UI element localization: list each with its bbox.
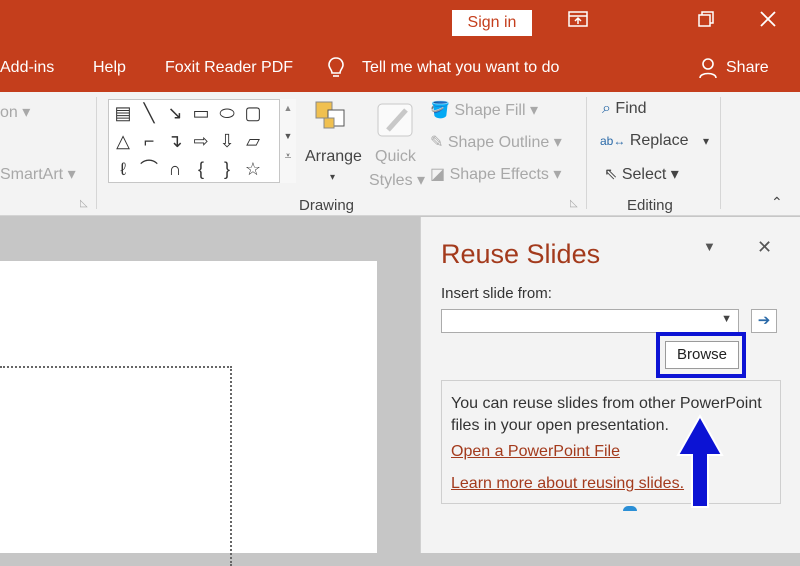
left-brace-shape-icon[interactable]: {: [189, 158, 213, 180]
rectangle-shape-icon[interactable]: ▭: [189, 102, 213, 124]
shape-effects-button[interactable]: ◪ Shape Effects ▾: [430, 164, 561, 184]
chevron-down-icon[interactable]: ▼: [721, 313, 732, 325]
drawing-group-label: Drawing: [299, 197, 355, 214]
tab-add-ins[interactable]: Add-ins: [0, 59, 54, 77]
sign-in-button[interactable]: Sign in: [452, 10, 532, 36]
shapes-gallery[interactable]: ▤ ╲ ↘ ▭ ⬭ ▢ △ ⌐ ↴ ⇨ ⇩ ▱ ℓ ⌒ ∩ { } ☆: [108, 99, 296, 183]
reuse-slides-pane: Reuse Slides ▼ ✕ Insert slide from: ▼ ➔ …: [420, 217, 800, 553]
person-icon: [698, 56, 720, 85]
pane-title: Reuse Slides: [441, 239, 601, 269]
group-separator: [720, 97, 721, 209]
drawing-dialog-launcher-icon[interactable]: ◺: [570, 198, 578, 209]
quick-styles-button-line2[interactable]: Styles ▾: [369, 170, 425, 190]
insert-slide-from-combobox[interactable]: ▼: [441, 309, 739, 333]
info-box: You can reuse slides from other PowerPoi…: [441, 380, 781, 504]
star-shape-icon[interactable]: ☆: [241, 158, 265, 180]
group-separator: [586, 97, 587, 209]
arrange-dropdown-icon[interactable]: ▾: [330, 172, 335, 183]
triangle-shape-icon[interactable]: △: [111, 130, 135, 152]
dialog-launcher-icon[interactable]: ◺: [80, 198, 88, 209]
insert-slide-from-label: Insert slide from:: [441, 285, 552, 302]
down-arrow-shape-icon[interactable]: ⇩: [215, 130, 239, 152]
quick-styles-icon[interactable]: [376, 100, 416, 145]
rounded-rectangle-shape-icon[interactable]: ▢: [241, 102, 265, 124]
collapse-ribbon-icon[interactable]: ⌃: [771, 194, 783, 211]
right-arrow-shape-icon[interactable]: ⇨: [189, 130, 213, 152]
freeform-shape-icon[interactable]: ℓ: [111, 158, 135, 180]
restore-icon[interactable]: [694, 10, 718, 34]
close-icon[interactable]: [756, 10, 780, 34]
elbow-connector-icon[interactable]: ⌐: [137, 130, 161, 152]
elbow-arrow-connector-icon[interactable]: ↴: [163, 130, 187, 152]
select-button[interactable]: ⇖ Select ▾: [604, 164, 679, 184]
cursor-icon: ⇖: [604, 166, 618, 183]
tab-help[interactable]: Help: [93, 59, 126, 77]
line-shape-icon[interactable]: ╲: [137, 102, 161, 124]
pencil-icon: ✎: [430, 134, 444, 151]
group-separator: [96, 97, 97, 209]
arrow-line-shape-icon[interactable]: ↘: [163, 102, 187, 124]
shapes-gallery-scrollbar[interactable]: ▲ ▼ ⩡: [279, 99, 296, 183]
ribbon-tabs: Add-ins Help Foxit Reader PDF Tell me wh…: [0, 46, 800, 92]
scroll-down-icon[interactable]: ▼: [280, 131, 296, 141]
shape-outline-button[interactable]: ✎ Shape Outline ▾: [430, 132, 562, 152]
learn-more-link[interactable]: Learn more about reusing slides.: [451, 475, 684, 493]
go-arrow-button[interactable]: ➔: [751, 309, 777, 333]
pane-close-icon[interactable]: ✕: [757, 237, 772, 258]
lightbulb-icon: [326, 56, 346, 85]
ribbon: on ▾ SmartArt ▾ ◺ ▤ ╲ ↘ ▭ ⬭ ▢ △ ⌐ ↴ ⇨ ⇩ …: [0, 92, 800, 216]
title-bar: Sign in: [0, 0, 800, 46]
editing-group-label: Editing: [627, 197, 673, 214]
browse-button[interactable]: Browse: [665, 341, 739, 369]
curve-shape-icon[interactable]: ∩: [163, 158, 187, 180]
arrange-button[interactable]: Arrange: [305, 148, 362, 166]
pane-options-icon[interactable]: ▼: [703, 239, 716, 254]
text-box-icon[interactable]: ▤: [111, 102, 135, 124]
quick-styles-button[interactable]: Quick: [375, 148, 416, 166]
smartart-button[interactable]: SmartArt ▾: [0, 164, 76, 184]
slide-canvas[interactable]: [0, 261, 377, 566]
tell-me-search[interactable]: Tell me what you want to do: [362, 59, 559, 77]
gallery-more-icon[interactable]: ⩡: [280, 149, 296, 164]
paint-bucket-icon: 🪣: [430, 102, 450, 119]
share-button[interactable]: Share: [726, 59, 769, 77]
shape-fill-button[interactable]: 🪣 Shape Fill ▾: [430, 100, 538, 120]
scroll-up-icon[interactable]: ▲: [280, 103, 296, 113]
pointer-arrow-annotation: [675, 413, 725, 516]
scroll-indicator: [623, 506, 637, 511]
arc-shape-icon[interactable]: ⌒: [137, 158, 161, 180]
content-placeholder[interactable]: [0, 366, 232, 566]
info-text: You can reuse slides from other PowerPoi…: [451, 395, 762, 434]
open-powerpoint-file-link[interactable]: Open a PowerPoint File: [451, 443, 620, 461]
ribbon-display-options-icon[interactable]: [566, 10, 590, 34]
tab-foxit-reader-pdf[interactable]: Foxit Reader PDF: [165, 59, 293, 77]
find-icon: ⌕: [602, 100, 611, 117]
shape-effects-icon: ◪: [430, 166, 446, 183]
replace-button[interactable]: ab↔ Replace ▾: [600, 132, 709, 150]
partial-ribbon-label-top[interactable]: on ▾: [0, 102, 30, 122]
arrange-icon[interactable]: [314, 100, 350, 141]
find-button[interactable]: ⌕ Find: [602, 100, 647, 118]
flowchart-shape-icon[interactable]: ▱: [241, 130, 265, 152]
right-arrow-icon: ➔: [757, 312, 771, 329]
replace-icon: ab↔: [600, 134, 626, 148]
oval-shape-icon[interactable]: ⬭: [215, 102, 239, 124]
right-brace-shape-icon[interactable]: }: [215, 158, 239, 180]
slide-workspace: [0, 217, 420, 566]
